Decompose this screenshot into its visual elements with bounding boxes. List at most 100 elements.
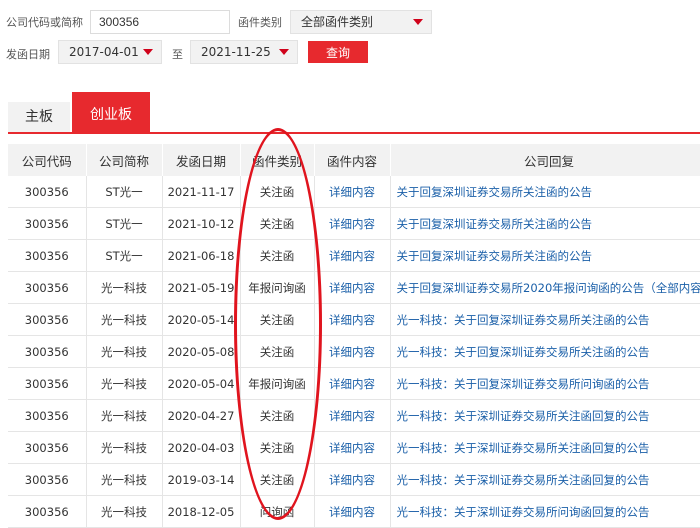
reply-link[interactable]: 光一科技：关于回复深圳证券交易所问询函的公告 — [390, 367, 700, 400]
cell-name: ST光一 — [86, 176, 163, 208]
tab-main-board[interactable]: 主板 — [8, 102, 70, 132]
reply-link[interactable]: 关于回复深圳证券交易所关注函的公告 — [390, 207, 700, 240]
cell-type: 关注函 — [240, 431, 315, 464]
cell-code: 300356 — [8, 335, 87, 368]
cell-name: ST光一 — [86, 239, 163, 272]
header-type: 函件类别 — [240, 144, 315, 176]
detail-link[interactable]: 详细内容 — [314, 495, 391, 528]
reply-link[interactable]: 光一科技：关于深圳证券交易所关注函回复的公告 — [390, 431, 700, 464]
cell-code: 300356 — [8, 239, 87, 272]
cell-date: 2018-12-05 — [162, 495, 241, 528]
cell-date: 2021-11-17 — [162, 176, 241, 208]
header-content: 函件内容 — [314, 144, 391, 176]
header-date: 发函日期 — [162, 144, 241, 176]
detail-link[interactable]: 详细内容 — [314, 176, 391, 208]
cell-code: 300356 — [8, 176, 87, 208]
detail-link[interactable]: 详细内容 — [314, 271, 391, 304]
type-label: 函件类别 — [238, 16, 282, 29]
cell-date: 2021-06-18 — [162, 239, 241, 272]
reply-link[interactable]: 关于回复深圳证券交易所2020年报问询函的公告（全部内容） — [390, 271, 700, 304]
table-row: 300356 光一科技 2020-05-14 关注函 详细内容 光一科技：关于回… — [8, 303, 700, 336]
tab-chinext[interactable]: 创业板 — [72, 92, 150, 132]
cell-code: 300356 — [8, 367, 87, 400]
cell-type: 年报问询函 — [240, 367, 315, 400]
cell-date: 2020-04-27 — [162, 399, 241, 432]
cell-code: 300356 — [8, 431, 87, 464]
cell-type: 关注函 — [240, 176, 315, 208]
search-button[interactable]: 查询 — [308, 41, 368, 63]
detail-link[interactable]: 详细内容 — [314, 303, 391, 336]
chevron-down-icon — [413, 19, 423, 25]
reply-link[interactable]: 光一科技：关于回复深圳证券交易所关注函的公告 — [390, 335, 700, 368]
type-select[interactable]: 全部函件类别 — [290, 10, 432, 34]
date-from-value: 2017-04-01 — [69, 45, 139, 59]
reply-link[interactable]: 光一科技：关于深圳证券交易所关注函回复的公告 — [390, 463, 700, 496]
tab-underline — [8, 132, 700, 134]
detail-link[interactable]: 详细内容 — [314, 399, 391, 432]
table-row: 300356 ST光一 2021-06-18 关注函 详细内容 关于回复深圳证券… — [8, 239, 700, 272]
date-to-select[interactable]: 2021-11-25 — [190, 40, 298, 64]
cell-date: 2021-05-19 — [162, 271, 241, 304]
cell-name: 光一科技 — [86, 399, 163, 432]
cell-type: 关注函 — [240, 463, 315, 496]
table-row: 300356 光一科技 2019-03-14 关注函 详细内容 光一科技：关于深… — [8, 463, 700, 496]
cell-name: 光一科技 — [86, 367, 163, 400]
chevron-down-icon — [143, 49, 153, 55]
reply-link[interactable]: 光一科技：关于深圳证券交易所关注函回复的公告 — [390, 399, 700, 432]
cell-type: 关注函 — [240, 207, 315, 240]
cell-name: ST光一 — [86, 207, 163, 240]
cell-date: 2019-03-14 — [162, 463, 241, 496]
reply-link[interactable]: 关于回复深圳证券交易所关注函的公告 — [390, 176, 700, 208]
cell-name: 光一科技 — [86, 335, 163, 368]
code-input[interactable] — [90, 10, 230, 34]
date-label: 发函日期 — [6, 48, 50, 61]
cell-type: 年报问询函 — [240, 271, 315, 304]
table-row: 300356 ST光一 2021-10-12 关注函 详细内容 关于回复深圳证券… — [8, 207, 700, 240]
table-row: 300356 光一科技 2020-05-04 年报问询函 详细内容 光一科技：关… — [8, 367, 700, 400]
table-row: 300356 光一科技 2020-05-08 关注函 详细内容 光一科技：关于回… — [8, 335, 700, 368]
cell-type: 关注函 — [240, 399, 315, 432]
table-row: 300356 光一科技 2021-05-19 年报问询函 详细内容 关于回复深圳… — [8, 271, 700, 304]
detail-link[interactable]: 详细内容 — [314, 367, 391, 400]
cell-date: 2020-05-08 — [162, 335, 241, 368]
detail-link[interactable]: 详细内容 — [314, 207, 391, 240]
header-code: 公司代码 — [8, 144, 87, 176]
reply-link[interactable]: 关于回复深圳证券交易所关注函的公告 — [390, 239, 700, 272]
table-header-row: 公司代码 公司简称 发函日期 函件类别 函件内容 公司回复 — [8, 144, 700, 176]
cell-code: 300356 — [8, 399, 87, 432]
cell-code: 300356 — [8, 271, 87, 304]
cell-date: 2020-04-03 — [162, 431, 241, 464]
cell-date: 2020-05-04 — [162, 367, 241, 400]
date-separator: 至 — [172, 48, 183, 61]
reply-link[interactable]: 光一科技：关于深圳证券交易所问询函回复的公告 — [390, 495, 700, 528]
cell-code: 300356 — [8, 495, 87, 528]
cell-date: 2020-05-14 — [162, 303, 241, 336]
letters-table: 公司代码 公司简称 发函日期 函件类别 函件内容 公司回复 300356 ST光… — [8, 144, 700, 528]
detail-link[interactable]: 详细内容 — [314, 463, 391, 496]
detail-link[interactable]: 详细内容 — [314, 431, 391, 464]
table-row: 300356 光一科技 2018-12-05 问询函 详细内容 光一科技：关于深… — [8, 495, 700, 528]
cell-name: 光一科技 — [86, 431, 163, 464]
cell-code: 300356 — [8, 463, 87, 496]
cell-name: 光一科技 — [86, 271, 163, 304]
detail-link[interactable]: 详细内容 — [314, 239, 391, 272]
cell-name: 光一科技 — [86, 303, 163, 336]
cell-type: 关注函 — [240, 239, 315, 272]
table-row: 300356 光一科技 2020-04-27 关注函 详细内容 光一科技：关于深… — [8, 399, 700, 432]
cell-name: 光一科技 — [86, 495, 163, 528]
reply-link[interactable]: 光一科技：关于回复深圳证券交易所关注函的公告 — [390, 303, 700, 336]
cell-code: 300356 — [8, 207, 87, 240]
cell-type: 问询函 — [240, 495, 315, 528]
type-select-value: 全部函件类别 — [301, 15, 374, 29]
header-reply: 公司回复 — [390, 144, 700, 176]
date-to-value: 2021-11-25 — [201, 45, 271, 59]
cell-type: 关注函 — [240, 303, 315, 336]
table-row: 300356 ST光一 2021-11-17 关注函 详细内容 关于回复深圳证券… — [8, 176, 700, 208]
detail-link[interactable]: 详细内容 — [314, 335, 391, 368]
cell-code: 300356 — [8, 303, 87, 336]
chevron-down-icon — [279, 49, 289, 55]
code-label: 公司代码或简称 — [6, 16, 83, 29]
cell-type: 关注函 — [240, 335, 315, 368]
table-row: 300356 光一科技 2020-04-03 关注函 详细内容 光一科技：关于深… — [8, 431, 700, 464]
date-from-select[interactable]: 2017-04-01 — [58, 40, 162, 64]
